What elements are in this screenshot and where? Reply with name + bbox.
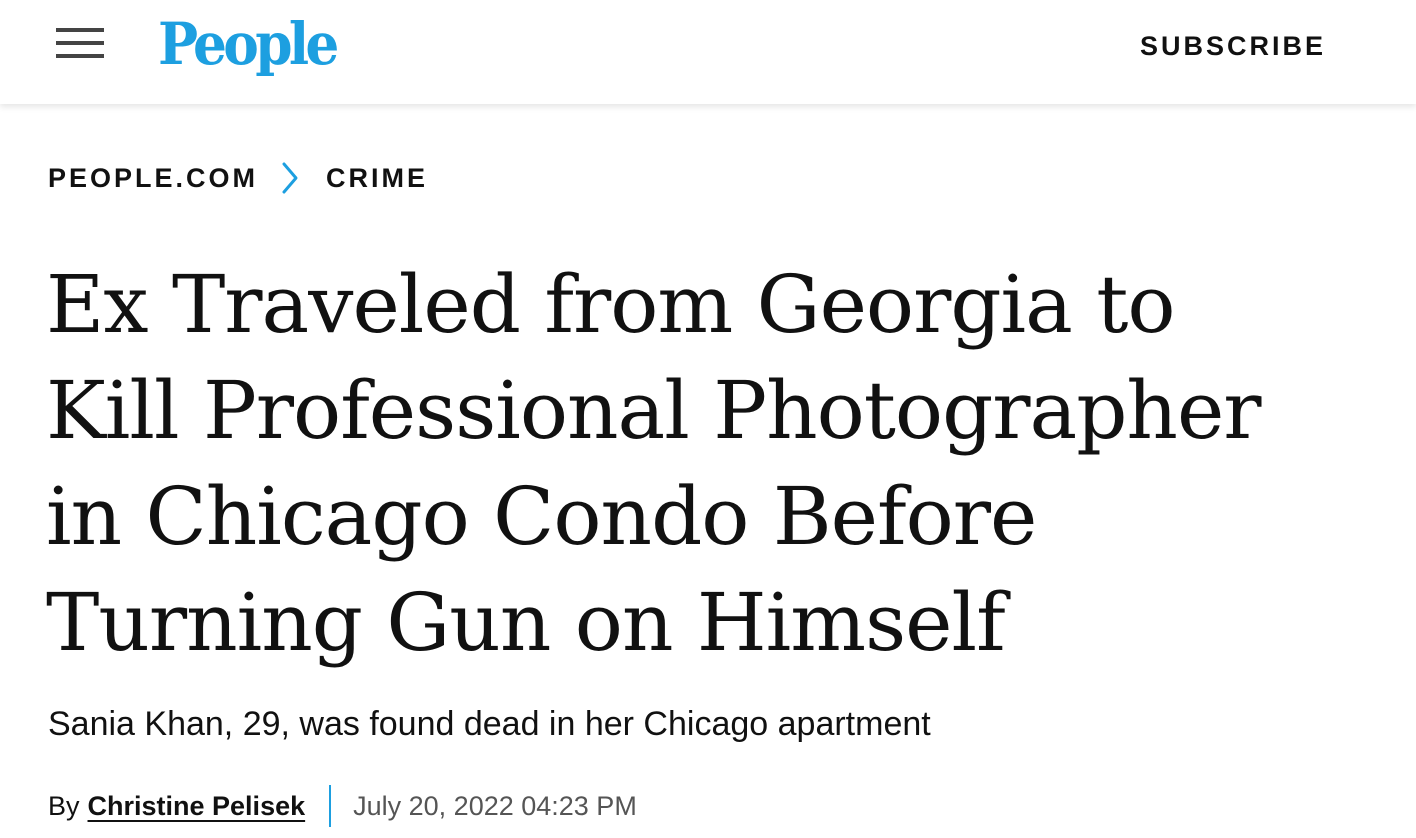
headline-line-2: Kill Professional Photographer	[46, 364, 1262, 457]
breadcrumb-item-crime[interactable]: CRIME	[326, 158, 428, 198]
hamburger-menu-icon[interactable]	[56, 28, 104, 62]
menu-bar-bottom	[56, 54, 104, 58]
byline-divider	[329, 785, 332, 827]
menu-bar-middle	[56, 41, 104, 45]
article-headline: Ex Traveled from Georgia to Kill Profess…	[46, 252, 1366, 676]
article-byline: By Christine Pelisek July 20, 2022 04:23…	[48, 784, 637, 828]
breadcrumb: PEOPLE.COM CRIME	[48, 158, 428, 198]
publish-date: July 20, 2022 04:23 PM	[353, 790, 637, 821]
people-logo[interactable]: People	[158, 8, 339, 80]
headline-line-1: Ex Traveled from Georgia to	[46, 258, 1176, 351]
article-subheadline: Sania Khan, 29, was found dead in her Ch…	[48, 705, 931, 743]
breadcrumb-item-people-com[interactable]: PEOPLE.COM	[48, 158, 258, 198]
headline-line-4: Turning Gun on Himself	[46, 576, 1006, 669]
site-header: People SUBSCRIBE	[0, 0, 1416, 104]
menu-bar-top	[56, 28, 104, 32]
chevron-right-icon	[272, 158, 308, 198]
headline-line-3: in Chicago Condo Before	[46, 470, 1037, 563]
byline-prefix: By	[48, 790, 80, 821]
subscribe-link[interactable]: SUBSCRIBE	[1140, 30, 1326, 62]
author-link[interactable]: Christine Pelisek	[88, 791, 306, 822]
